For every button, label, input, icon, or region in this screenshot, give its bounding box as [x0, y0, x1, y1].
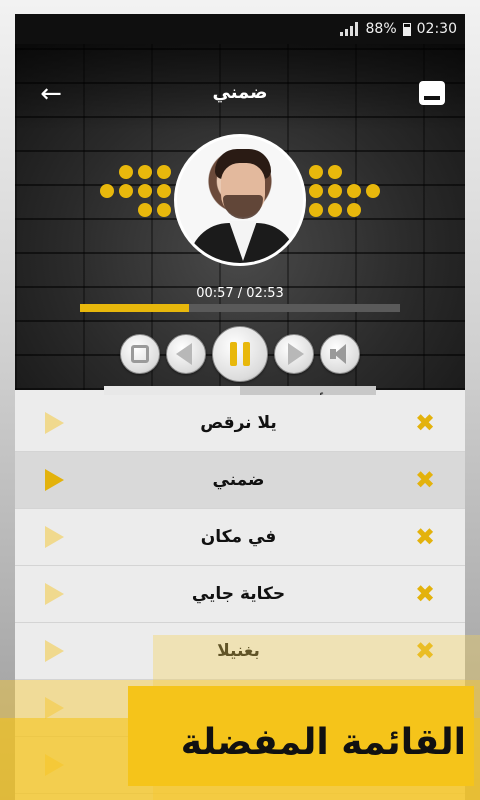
equalizer-dots-right — [309, 165, 380, 217]
song-title: حكاية جايي — [191, 584, 286, 604]
eq-dot — [366, 165, 380, 179]
eq-dot — [157, 184, 171, 198]
eq-dot — [157, 165, 171, 179]
eq-dot — [347, 184, 361, 198]
play-song-icon[interactable] — [45, 526, 64, 548]
eq-dot — [119, 165, 133, 179]
seek-bar-fill — [80, 304, 189, 312]
eq-dot — [119, 184, 133, 198]
eq-dot — [328, 184, 342, 198]
eq-dot — [100, 184, 114, 198]
play-song-icon[interactable] — [45, 412, 64, 434]
song-row[interactable]: ضمني ✖ — [15, 452, 465, 509]
remove-song-icon[interactable]: ✖ — [413, 466, 437, 494]
remove-song-icon[interactable]: ✖ — [413, 523, 437, 551]
page-title: ضمني — [212, 82, 268, 103]
remove-song-icon[interactable]: ✖ — [413, 580, 437, 608]
elapsed-time: 00:57 / 02:53 — [196, 286, 284, 301]
next-icon — [288, 343, 304, 365]
eq-dot — [366, 203, 380, 217]
eq-dot — [309, 165, 323, 179]
song-row[interactable]: يلا نرقص ✖ — [15, 395, 465, 452]
clock: 02:30 — [416, 21, 457, 37]
song-row[interactable]: في مكان ✖ — [15, 509, 465, 566]
pause-icon — [230, 342, 250, 366]
eq-dot — [309, 184, 323, 198]
song-title: ضمني — [212, 470, 265, 490]
play-song-icon[interactable] — [45, 640, 64, 662]
eq-dot — [347, 165, 361, 179]
song-title: في مكان — [200, 527, 277, 547]
signal-icon — [339, 22, 358, 36]
eq-dot — [328, 165, 342, 179]
battery-percent: 88% — [365, 21, 397, 37]
play-song-icon[interactable] — [45, 469, 64, 491]
artist-avatar — [174, 134, 306, 266]
eq-dot — [119, 203, 133, 217]
eq-dot — [100, 203, 114, 217]
eq-dot — [328, 203, 342, 217]
seek-bar[interactable] — [80, 304, 400, 312]
eq-dot — [309, 203, 323, 217]
eq-dot — [138, 203, 152, 217]
battery-icon — [402, 22, 411, 36]
next-button[interactable] — [274, 334, 314, 374]
volume-icon — [330, 344, 350, 364]
eq-dot — [138, 184, 152, 198]
song-title: يلا نرقص — [200, 413, 277, 433]
eq-dot — [100, 165, 114, 179]
eq-dot — [347, 203, 361, 217]
playback-controls — [15, 326, 465, 382]
eq-dot — [366, 184, 380, 198]
play-song-icon[interactable] — [45, 583, 64, 605]
eq-dot — [138, 165, 152, 179]
menu-icon[interactable] — [419, 81, 445, 105]
favorites-banner-text: القائمة المفضلة — [180, 722, 466, 763]
remove-song-icon[interactable]: ✖ — [413, 409, 437, 437]
status-bar: 88% 02:30 — [15, 14, 465, 44]
song-row[interactable]: حكاية جايي ✖ — [15, 566, 465, 623]
pause-button[interactable] — [212, 326, 268, 382]
player-hero: ← ضمني 00:57 / 02:53 الكلمات — [15, 44, 465, 421]
volume-button[interactable] — [320, 334, 360, 374]
equalizer-dots-left — [100, 165, 171, 217]
previous-button[interactable] — [166, 334, 206, 374]
eq-dot — [157, 203, 171, 217]
previous-icon — [176, 343, 192, 365]
repeat-icon — [131, 345, 149, 363]
repeat-button[interactable] — [120, 334, 160, 374]
